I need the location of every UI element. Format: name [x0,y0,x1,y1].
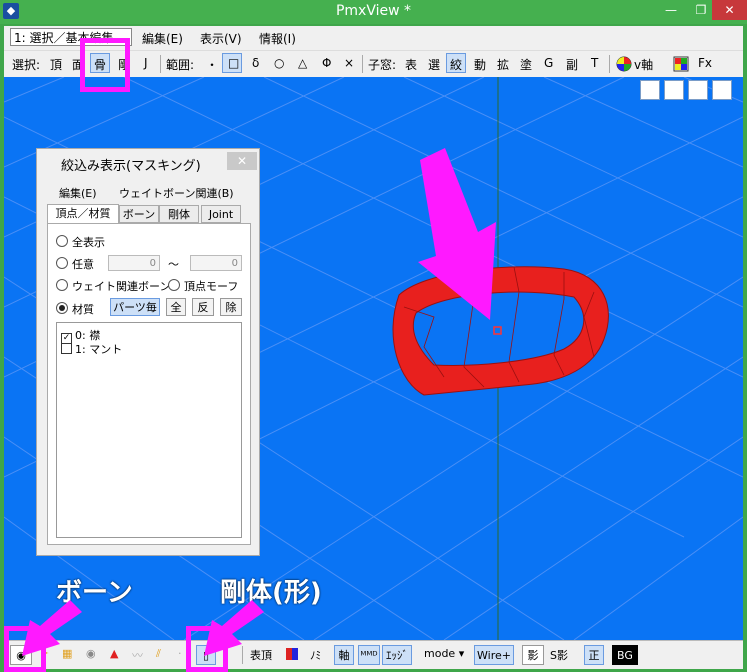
bone-arrow-icon [22,600,82,656]
viewport-arrow-icon [418,148,496,320]
annotation-arrows [22,148,496,656]
rigid-arrow-icon [204,600,264,656]
